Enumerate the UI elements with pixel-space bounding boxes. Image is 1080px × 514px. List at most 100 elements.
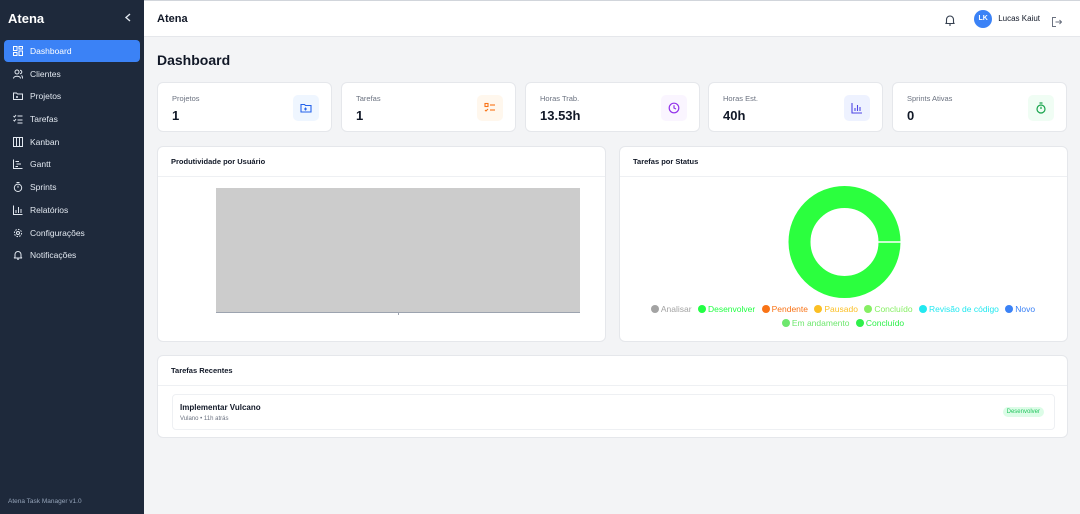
- logout-icon[interactable]: [1052, 14, 1063, 27]
- chart-legend-row-2: Em andamento Concluído: [620, 318, 1066, 329]
- bell-icon[interactable]: [944, 13, 956, 26]
- stat-value: 40h: [723, 108, 746, 123]
- stat-card-sprints-ativas: Sprints Ativas 0: [892, 82, 1067, 132]
- sidebar-item-label: Kanban: [30, 136, 60, 147]
- topbar-right: LK Lucas Kaiut: [944, 9, 1063, 28]
- checklist-icon: [13, 114, 23, 124]
- status-donut-chart: [788, 186, 901, 298]
- stat-label: Horas Trab.: [540, 94, 580, 103]
- legend-swatch: [1005, 305, 1014, 313]
- status-badge: Desenvolver: [1002, 407, 1044, 417]
- timer-icon: [13, 182, 23, 193]
- bell-icon: [13, 250, 23, 260]
- legend-label: Concluído: [865, 318, 905, 328]
- sidebar-item-configuracoes[interactable]: Configurações: [4, 222, 140, 244]
- legend-item[interactable]: Concluído: [864, 304, 913, 314]
- legend-label: Novo: [1015, 304, 1036, 314]
- stat-value: 1: [172, 108, 180, 123]
- donut-slice-desenvolver[interactable]: [788, 186, 901, 298]
- legend-swatch: [918, 305, 927, 313]
- sidebar-item-dashboard[interactable]: Dashboard: [4, 40, 140, 62]
- recent-tasks-panel: Tarefas Recentes Implementar Vulcano Vul…: [157, 355, 1068, 438]
- stat-label: Tarefas: [356, 94, 381, 103]
- user-name[interactable]: Lucas Kaiut: [998, 14, 1040, 23]
- task-title: Implementar Vulcano: [180, 403, 261, 412]
- legend-swatch: [855, 319, 864, 327]
- task-subtitle: Vulano • 11h atrás: [180, 416, 229, 422]
- sidebar-title: Atena: [8, 10, 45, 26]
- productivity-chart-area: [216, 188, 580, 313]
- timer-icon: [1028, 95, 1054, 121]
- stat-value: 0: [907, 108, 915, 123]
- sidebar-item-relatorios[interactable]: Relatórios: [4, 199, 140, 221]
- sidebar-item-kanban[interactable]: Kanban: [4, 131, 140, 153]
- legend-label: Revisão de código: [928, 304, 999, 314]
- legend-item[interactable]: Revisão de código: [918, 304, 999, 314]
- list-item[interactable]: Implementar Vulcano Vulano • 11h atrás D…: [172, 394, 1055, 430]
- legend-swatch: [697, 305, 706, 313]
- bar-chart-icon: [13, 205, 23, 215]
- sidebar-footer: Atena Task Manager v1.0: [8, 498, 82, 505]
- legend-swatch: [814, 305, 823, 313]
- legend-item[interactable]: Pendente: [761, 304, 808, 314]
- legend-swatch: [781, 319, 790, 327]
- sidebar-item-label: Notificações: [30, 250, 77, 261]
- sidebar: Atena Dashboard Clientes Projetos Tarefa…: [0, 0, 144, 514]
- legend-label: Pendente: [771, 304, 808, 314]
- status-panel: Tarefas por Status Analisar Desenvolver …: [619, 146, 1068, 342]
- stat-card-horas-trab: Horas Trab. 13.53h: [525, 82, 700, 132]
- chevron-left-icon[interactable]: [124, 11, 132, 25]
- page-title: Dashboard: [157, 52, 231, 68]
- chart-tick: [398, 312, 399, 315]
- sidebar-nav: Dashboard Clientes Projetos Tarefas Kanb…: [0, 40, 144, 266]
- legend-label: Em andamento: [791, 318, 850, 328]
- productivity-panel: Produtividade por Usuário: [157, 146, 606, 342]
- legend-item[interactable]: Em andamento: [781, 318, 850, 328]
- stat-value: 13.53h: [540, 108, 581, 123]
- sidebar-item-label: Sprints: [30, 182, 57, 193]
- folder-icon: [293, 95, 319, 121]
- chart-legend: Analisar Desenvolver Pendente Pausado Co…: [620, 304, 1066, 315]
- gantt-icon: [13, 159, 23, 170]
- stat-value: 1: [356, 108, 364, 123]
- sidebar-item-label: Clientes: [30, 68, 61, 79]
- topbar: Atena LK Lucas Kaiut: [144, 0, 1080, 37]
- sidebar-item-label: Gantt: [30, 159, 51, 170]
- panel-title: Tarefas por Status: [620, 147, 1067, 177]
- stat-card-horas-est: Horas Est. 40h: [708, 82, 883, 132]
- stat-card-projetos: Projetos 1: [157, 82, 332, 132]
- legend-swatch: [650, 305, 659, 313]
- legend-item[interactable]: Concluído: [855, 318, 905, 328]
- folder-icon: [13, 91, 23, 101]
- columns-icon: [13, 136, 23, 147]
- checklist-icon: [477, 95, 503, 121]
- topbar-title: Atena: [157, 12, 188, 25]
- grid-icon: [13, 46, 23, 56]
- sidebar-item-gantt[interactable]: Gantt: [4, 153, 140, 175]
- stat-label: Horas Est.: [723, 94, 759, 103]
- gear-icon: [13, 228, 23, 238]
- sidebar-item-label: Configurações: [30, 227, 85, 238]
- legend-swatch: [761, 305, 770, 313]
- sidebar-item-projetos[interactable]: Projetos: [4, 85, 140, 107]
- legend-item[interactable]: Analisar: [650, 304, 692, 314]
- legend-label: Desenvolver: [707, 304, 756, 314]
- sidebar-item-label: Tarefas: [30, 114, 58, 125]
- sidebar-item-notificacoes[interactable]: Notificações: [4, 244, 140, 266]
- sidebar-item-sprints[interactable]: Sprints: [4, 176, 140, 198]
- legend-label: Pausado: [824, 304, 858, 314]
- bar-chart-icon: [844, 95, 870, 121]
- legend-item[interactable]: Novo: [1005, 304, 1035, 314]
- sidebar-item-clientes[interactable]: Clientes: [4, 63, 140, 85]
- sidebar-item-tarefas[interactable]: Tarefas: [4, 108, 140, 130]
- legend-item[interactable]: Desenvolver: [697, 304, 756, 314]
- stat-label: Sprints Ativas: [907, 94, 953, 103]
- avatar[interactable]: LK: [974, 9, 993, 28]
- legend-item[interactable]: Pausado: [814, 304, 858, 314]
- users-icon: [13, 69, 23, 79]
- legend-label: Analisar: [660, 304, 692, 314]
- stat-label: Projetos: [172, 94, 200, 103]
- clock-icon: [661, 95, 687, 121]
- sidebar-item-label: Dashboard: [30, 46, 72, 56]
- legend-label: Concluído: [874, 304, 913, 314]
